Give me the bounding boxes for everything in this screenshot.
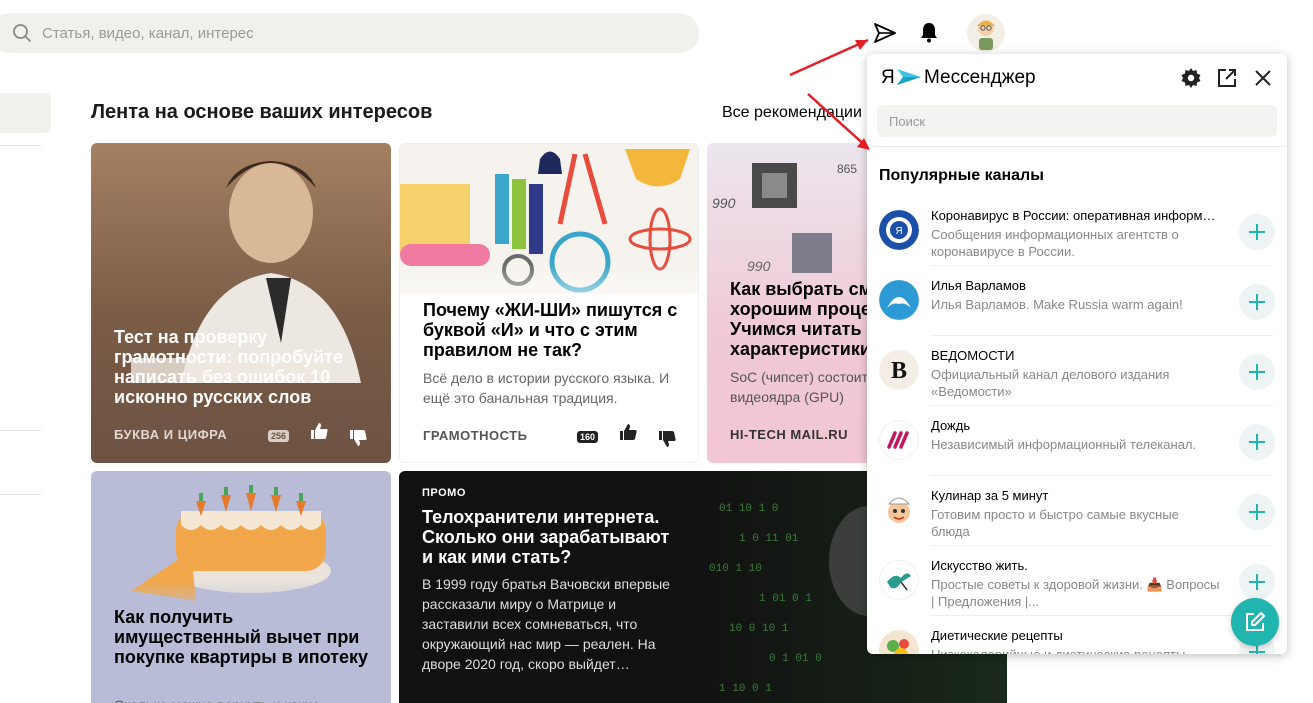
channel-avatar: Я xyxy=(879,210,919,250)
channel-description: Простые советы к здоровой жизни. 📥 Вопро… xyxy=(931,577,1220,609)
card-title: Тест на проверку грамотности: попробуйте… xyxy=(114,327,343,407)
user-avatar[interactable] xyxy=(967,14,1005,52)
page: Лента на основе ваших интересов Все реко… xyxy=(0,0,1313,703)
channel-item[interactable]: B ВЕДОМОСТИ Официальный канал делового и… xyxy=(867,336,1287,406)
card-description: Сколько можно вернуть и какие xyxy=(114,695,374,703)
subscribe-button[interactable] xyxy=(1239,214,1275,250)
channel-avatar xyxy=(879,280,919,320)
messenger-header: Я Мессенджер xyxy=(867,54,1287,104)
svg-text:010 1 10: 010 1 10 xyxy=(709,563,762,575)
dislike-icon[interactable] xyxy=(348,428,368,448)
comments-count: 160 xyxy=(577,431,599,443)
card-description: Всё дело в истории русского языка. И ещё… xyxy=(423,370,670,406)
channel-description: Готовим просто и быстро самые вкусные бл… xyxy=(931,507,1179,539)
gear-icon[interactable] xyxy=(1181,68,1201,88)
dislike-icon[interactable] xyxy=(657,429,677,449)
close-icon[interactable] xyxy=(1254,69,1272,87)
channel-item[interactable]: Я Коронавирус в России: оперативная инфо… xyxy=(867,196,1287,266)
svg-text:1 10 0 1: 1 10 0 1 xyxy=(719,683,772,695)
channel-description: Официальный канал делового издания «Ведо… xyxy=(931,367,1170,399)
channel-avatar xyxy=(879,560,919,600)
search-bar[interactable] xyxy=(0,13,699,53)
channel-name: Дождь xyxy=(931,418,971,433)
messenger-divider xyxy=(867,146,1287,147)
messenger-logo-ya: Я xyxy=(881,67,895,88)
channel-description: Низкокалорийные и диетические рецепты xyxy=(931,646,1221,654)
channel-avatar xyxy=(879,630,919,654)
plus-icon xyxy=(1249,434,1265,450)
article-card[interactable]: Почему «ЖИ-ШИ» пишутся с буквой «И» и чт… xyxy=(399,143,699,463)
svg-text:1 01 0 1: 1 01 0 1 xyxy=(759,593,812,605)
plus-icon xyxy=(1249,574,1265,590)
svg-text:990: 990 xyxy=(712,195,736,211)
messenger-logo-text: Мессенджер xyxy=(924,67,1036,88)
channel-item[interactable]: Искусство жить. Простые советы к здорово… xyxy=(867,546,1287,616)
card-source[interactable]: ГРАМОТНОСТЬ xyxy=(423,428,528,443)
compose-button[interactable] xyxy=(1231,598,1279,646)
svg-text:990: 990 xyxy=(747,258,771,274)
subscribe-button[interactable] xyxy=(1239,494,1275,530)
feed-title: Лента на основе ваших интересов xyxy=(91,101,433,123)
channel-description: Илья Варламов. Make Russia warm again! xyxy=(931,297,1183,312)
channel-item[interactable]: Диетические рецепты Низкокалорийные и ди… xyxy=(867,616,1287,654)
channel-description: Независимый информационный телеканал. xyxy=(931,437,1197,452)
comments-count: 256 xyxy=(268,430,290,442)
like-icon[interactable] xyxy=(309,421,329,441)
annotation-arrows xyxy=(789,38,870,150)
channel-name: ВЕДОМОСТИ xyxy=(931,348,1015,363)
plus-icon xyxy=(1249,364,1265,380)
promo-badge: ПРОМО xyxy=(422,487,466,499)
channel-name: Диетические рецепты xyxy=(931,628,1063,643)
svg-text:01 10 1 0: 01 10 1 0 xyxy=(719,503,778,515)
channel-avatar: B xyxy=(879,350,919,390)
like-icon[interactable] xyxy=(618,422,638,442)
plus-icon xyxy=(1249,294,1265,310)
card-title: Телохранители интернета. Сколько они зар… xyxy=(422,507,670,567)
plus-icon xyxy=(1249,504,1265,520)
subscribe-button[interactable] xyxy=(1239,564,1275,600)
channel-item[interactable]: Дождь Независимый информационный телекан… xyxy=(867,406,1287,476)
search-icon xyxy=(13,24,31,42)
channel-name: Илья Варламов xyxy=(931,278,1026,293)
messenger-popup: Я Мессенджер Популярные каналы Я Коронав… xyxy=(867,54,1287,654)
card-title: Почему «ЖИ-ШИ» пишутся с буквой «И» и чт… xyxy=(423,300,678,360)
svg-text:B: B xyxy=(891,358,907,384)
edit-icon xyxy=(1246,612,1265,631)
sidebar-active-item[interactable] xyxy=(0,93,51,133)
svg-text:865: 865 xyxy=(837,162,857,176)
sidebar-divider xyxy=(0,494,41,495)
channel-item[interactable]: Кулинар за 5 минут Готовим просто и быст… xyxy=(867,476,1287,546)
plus-icon xyxy=(1249,224,1265,240)
svg-text:1 0 11 01: 1 0 11 01 xyxy=(739,533,799,545)
channel-item[interactable]: Илья Варламов Илья Варламов. Make Russia… xyxy=(867,266,1287,336)
subscribe-button[interactable] xyxy=(1239,354,1275,390)
channel-name: Коронавирус в России: оперативная информ… xyxy=(931,208,1221,223)
channel-avatar xyxy=(879,420,919,460)
open-external-icon[interactable] xyxy=(1217,68,1237,88)
subscribe-button[interactable] xyxy=(1239,284,1275,320)
subscribe-button[interactable] xyxy=(1239,424,1275,460)
channel-name: Искусство жить. xyxy=(931,558,1028,573)
card-title: Как получить имущественный вычет при пок… xyxy=(114,607,369,667)
sidebar-divider xyxy=(0,430,41,431)
card-source[interactable]: HI-TECH MAIL.RU xyxy=(730,427,848,442)
channel-name: Кулинар за 5 минут xyxy=(931,488,1049,503)
svg-text:Я: Я xyxy=(895,226,902,237)
article-card[interactable]: Как получить имущественный вычет при пок… xyxy=(91,471,391,703)
popular-channels-title: Популярные каналы xyxy=(879,167,1044,184)
card-source[interactable]: БУКВА И ЦИФРА xyxy=(114,427,227,442)
sidebar-divider xyxy=(0,145,41,146)
messenger-search-input[interactable] xyxy=(877,105,1277,137)
channel-description: Сообщения информационных агентств о коро… xyxy=(931,227,1179,259)
channel-avatar xyxy=(879,490,919,530)
bell-icon[interactable] xyxy=(919,21,939,43)
messenger-logo-icon xyxy=(897,69,921,85)
svg-text:10 0 10 1: 10 0 10 1 xyxy=(729,623,789,635)
article-card[interactable]: Тест на проверку грамотности: попробуйте… xyxy=(91,143,391,463)
card-description: В 1999 году братья Вачовски впервые расс… xyxy=(422,576,670,672)
search-input[interactable] xyxy=(42,24,642,42)
svg-text:0 1 01 0: 0 1 01 0 xyxy=(769,653,822,665)
